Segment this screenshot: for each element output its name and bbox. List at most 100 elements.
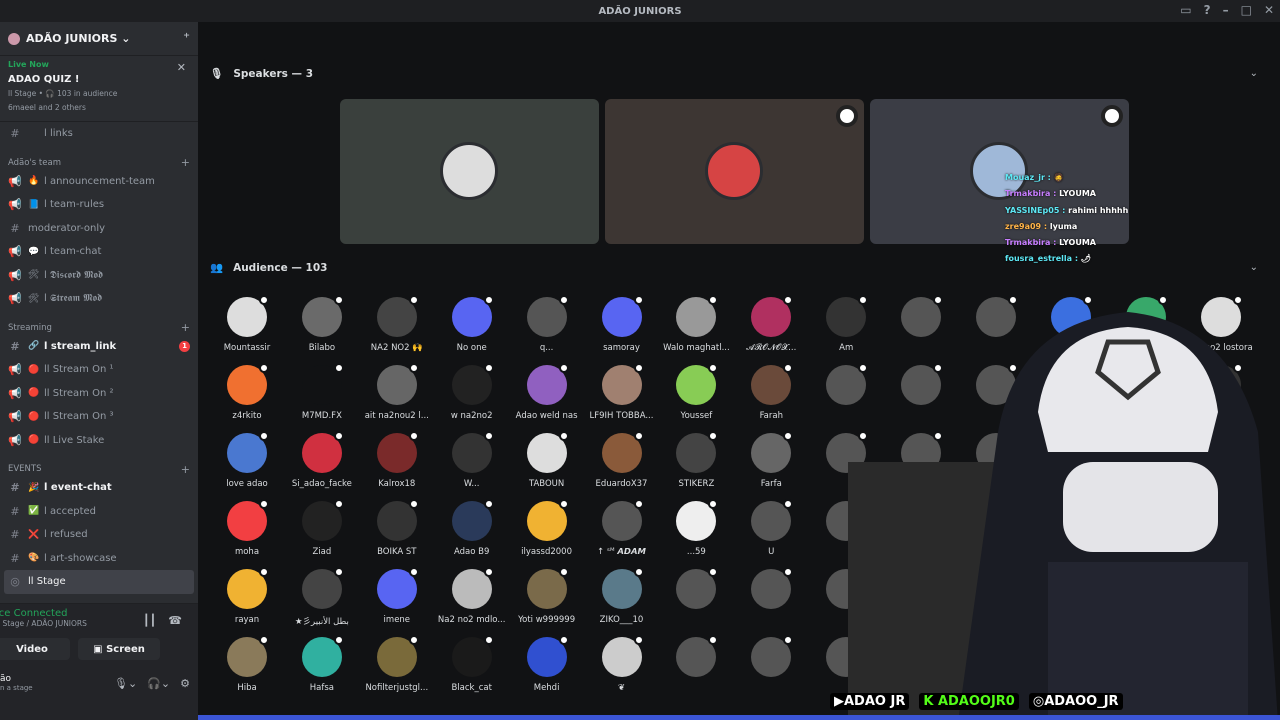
- channel-item[interactable]: 📢 🛠 l 𝕯𝖎𝖘𝖈𝖔𝖗𝖉 𝕸𝖔𝖉: [0, 264, 198, 288]
- audience-member[interactable]: Na2 no2 mdlo...: [437, 567, 507, 625]
- channel-item[interactable]: # 🎨 l art-showcase: [0, 547, 198, 571]
- close-button[interactable]: ✕: [1264, 3, 1274, 17]
- audience-member[interactable]: Hafsa: [287, 635, 357, 693]
- audience-member[interactable]: ↑ ˢᴹ 𝘼𝘿𝘼𝙈: [587, 499, 657, 557]
- server-header[interactable]: ADÃO JUNIORS ⌄ ⁺: [0, 22, 198, 56]
- audience-member[interactable]: TABOUN: [512, 431, 582, 489]
- settings-gear-icon[interactable]: ⚙: [180, 677, 190, 690]
- add-channel-icon[interactable]: +: [181, 156, 190, 169]
- audience-member[interactable]: [736, 567, 806, 615]
- audience-member[interactable]: [661, 635, 731, 683]
- channel-item[interactable]: 📢 🔴 ll Stream On ³: [0, 405, 198, 429]
- channel-label: ll Stream On ¹: [44, 364, 114, 376]
- audience-member[interactable]: ❦: [587, 635, 657, 693]
- channel-item[interactable]: # l links: [0, 122, 198, 146]
- audience-member[interactable]: M7MD.FX: [287, 363, 357, 421]
- status-dot: [408, 363, 419, 373]
- channel-item[interactable]: ◎ ll Stage: [4, 570, 194, 594]
- audience-member[interactable]: Nofilterjustgl...: [362, 635, 432, 693]
- audience-member[interactable]: Walo maghatl...: [661, 295, 731, 353]
- audience-member[interactable]: Farfa: [736, 431, 806, 489]
- audience-member[interactable]: imene: [362, 567, 432, 625]
- screen-share-button[interactable]: ▣ Screen: [78, 638, 160, 660]
- audience-member[interactable]: Si_adao_facke: [287, 431, 357, 489]
- avatar: [376, 499, 419, 541]
- channel-item[interactable]: # ❌ l refused: [0, 523, 198, 547]
- chat-user: YASSINEp05 :: [1005, 205, 1066, 215]
- microphone-icon[interactable]: 🎙⌄: [114, 677, 137, 690]
- audience-member[interactable]: BOIKA ST: [362, 499, 432, 557]
- audience-member[interactable]: No one: [437, 295, 507, 353]
- audience-member[interactable]: Kalrox18: [362, 431, 432, 489]
- audience-member[interactable]: Black_cat: [437, 635, 507, 693]
- audience-member[interactable]: Farah: [736, 363, 806, 421]
- audience-member[interactable]: STIKERZ: [661, 431, 731, 489]
- audience-member[interactable]: NA2 NO2 🙌: [362, 295, 432, 353]
- audience-member[interactable]: ZIKO___10: [587, 567, 657, 625]
- chevron-down-icon[interactable]: ⌄: [1250, 68, 1258, 79]
- audience-member[interactable]: U: [736, 499, 806, 557]
- audience-member[interactable]: Mountassir: [212, 295, 282, 353]
- channel-item[interactable]: # 🔗 l stream_link 1: [0, 335, 198, 359]
- user-panel[interactable]: ão n a stage 🎙⌄ 🎧⌄ ⚙: [0, 660, 198, 692]
- category-header[interactable]: EVENTS +: [0, 462, 198, 476]
- headphones-icon[interactable]: 🎧⌄: [147, 677, 170, 690]
- audience-member[interactable]: Adao weld nas: [512, 363, 582, 421]
- gaming-chair-overlay: [848, 312, 1278, 720]
- audience-member[interactable]: w na2no2: [437, 363, 507, 421]
- add-channel-icon[interactable]: +: [181, 321, 190, 334]
- channel-item[interactable]: 📢 🔴 ll Stream On ²: [0, 382, 198, 406]
- audience-member[interactable]: Hiba: [212, 635, 282, 693]
- audience-member[interactable]: ★彡بطل الأنبير: [287, 567, 357, 627]
- category-header[interactable]: Streaming +: [0, 321, 198, 335]
- channel-label: l 𝕯𝖎𝖘𝖈𝖔𝖗𝖉 𝕸𝖔𝖉: [44, 269, 104, 281]
- channel-item[interactable]: 📢 💬 l team-chat: [0, 240, 198, 264]
- audience-member[interactable]: Mehdi: [512, 635, 582, 693]
- audience-member[interactable]: [736, 635, 806, 683]
- audience-member[interactable]: [661, 567, 731, 615]
- channel-item[interactable]: 📢 🔴 ll Live Stake: [0, 429, 198, 453]
- audience-member[interactable]: q...: [512, 295, 582, 353]
- chat-message: Trmakbira : LYOUMA: [1005, 186, 1128, 202]
- audience-member[interactable]: Bilabo: [287, 295, 357, 353]
- close-icon[interactable]: ✕: [177, 61, 186, 74]
- help-icon[interactable]: ?: [1204, 3, 1211, 17]
- channel-item[interactable]: # 🎉 l event-chat: [0, 476, 198, 500]
- add-member-icon[interactable]: ⁺: [183, 31, 190, 46]
- audience-member[interactable]: LF9IH TOBBA...: [587, 363, 657, 421]
- member-name: Na2 no2 mdlo...: [437, 615, 506, 625]
- inbox-icon[interactable]: ▭: [1180, 3, 1191, 17]
- soundboard-icon[interactable]: ┃┃: [143, 614, 156, 627]
- speaker-tile[interactable]: [605, 99, 864, 244]
- audience-member[interactable]: W...: [437, 431, 507, 489]
- audience-member[interactable]: Ziad: [287, 499, 357, 557]
- maximize-button[interactable]: □: [1241, 3, 1252, 17]
- channel-item[interactable]: 📢 📘 l team-rules: [0, 193, 198, 217]
- channel-item[interactable]: 📢 🔴 ll Stream On ¹: [0, 358, 198, 382]
- audience-member[interactable]: rayan: [212, 567, 282, 625]
- speaker-tile[interactable]: [340, 99, 599, 244]
- add-channel-icon[interactable]: +: [181, 463, 190, 476]
- video-button[interactable]: Video: [0, 638, 70, 660]
- audience-member[interactable]: Yoti w999999: [512, 567, 582, 625]
- channel-item[interactable]: 📢 🛠 l 𝕾𝖙𝖗𝖊𝖆𝖒 𝕸𝖔𝖉: [0, 287, 198, 311]
- audience-member[interactable]: ait na2nou2 l...: [362, 363, 432, 421]
- chevron-down-icon[interactable]: ⌄: [1250, 262, 1258, 273]
- live-now-panel[interactable]: Live Now ✕ ADAO QUIZ ! ll Stage • 🎧 103 …: [0, 56, 198, 122]
- audience-member[interactable]: ilyassd2000: [512, 499, 582, 557]
- category-header[interactable]: Adão's team +: [0, 156, 198, 170]
- audience-member[interactable]: samoray: [587, 295, 657, 353]
- channel-item[interactable]: 📢 🔥 l announcement-team: [0, 170, 198, 194]
- audience-member[interactable]: moha: [212, 499, 282, 557]
- disconnect-icon[interactable]: ☎: [168, 614, 182, 627]
- audience-member[interactable]: 𝓐𝓡𝓞𝓝𝓞𝓧...: [736, 295, 806, 353]
- audience-member[interactable]: z4rkito: [212, 363, 282, 421]
- audience-member[interactable]: Youssef: [661, 363, 731, 421]
- channel-item[interactable]: # ✅ l accepted: [0, 500, 198, 524]
- audience-member[interactable]: love adao: [212, 431, 282, 489]
- channel-item[interactable]: # moderator-only: [0, 217, 198, 241]
- minimize-button[interactable]: –: [1223, 3, 1229, 17]
- audience-member[interactable]: Adao B9: [437, 499, 507, 557]
- audience-member[interactable]: ...59: [661, 499, 731, 557]
- audience-member[interactable]: EduardoX37: [587, 431, 657, 489]
